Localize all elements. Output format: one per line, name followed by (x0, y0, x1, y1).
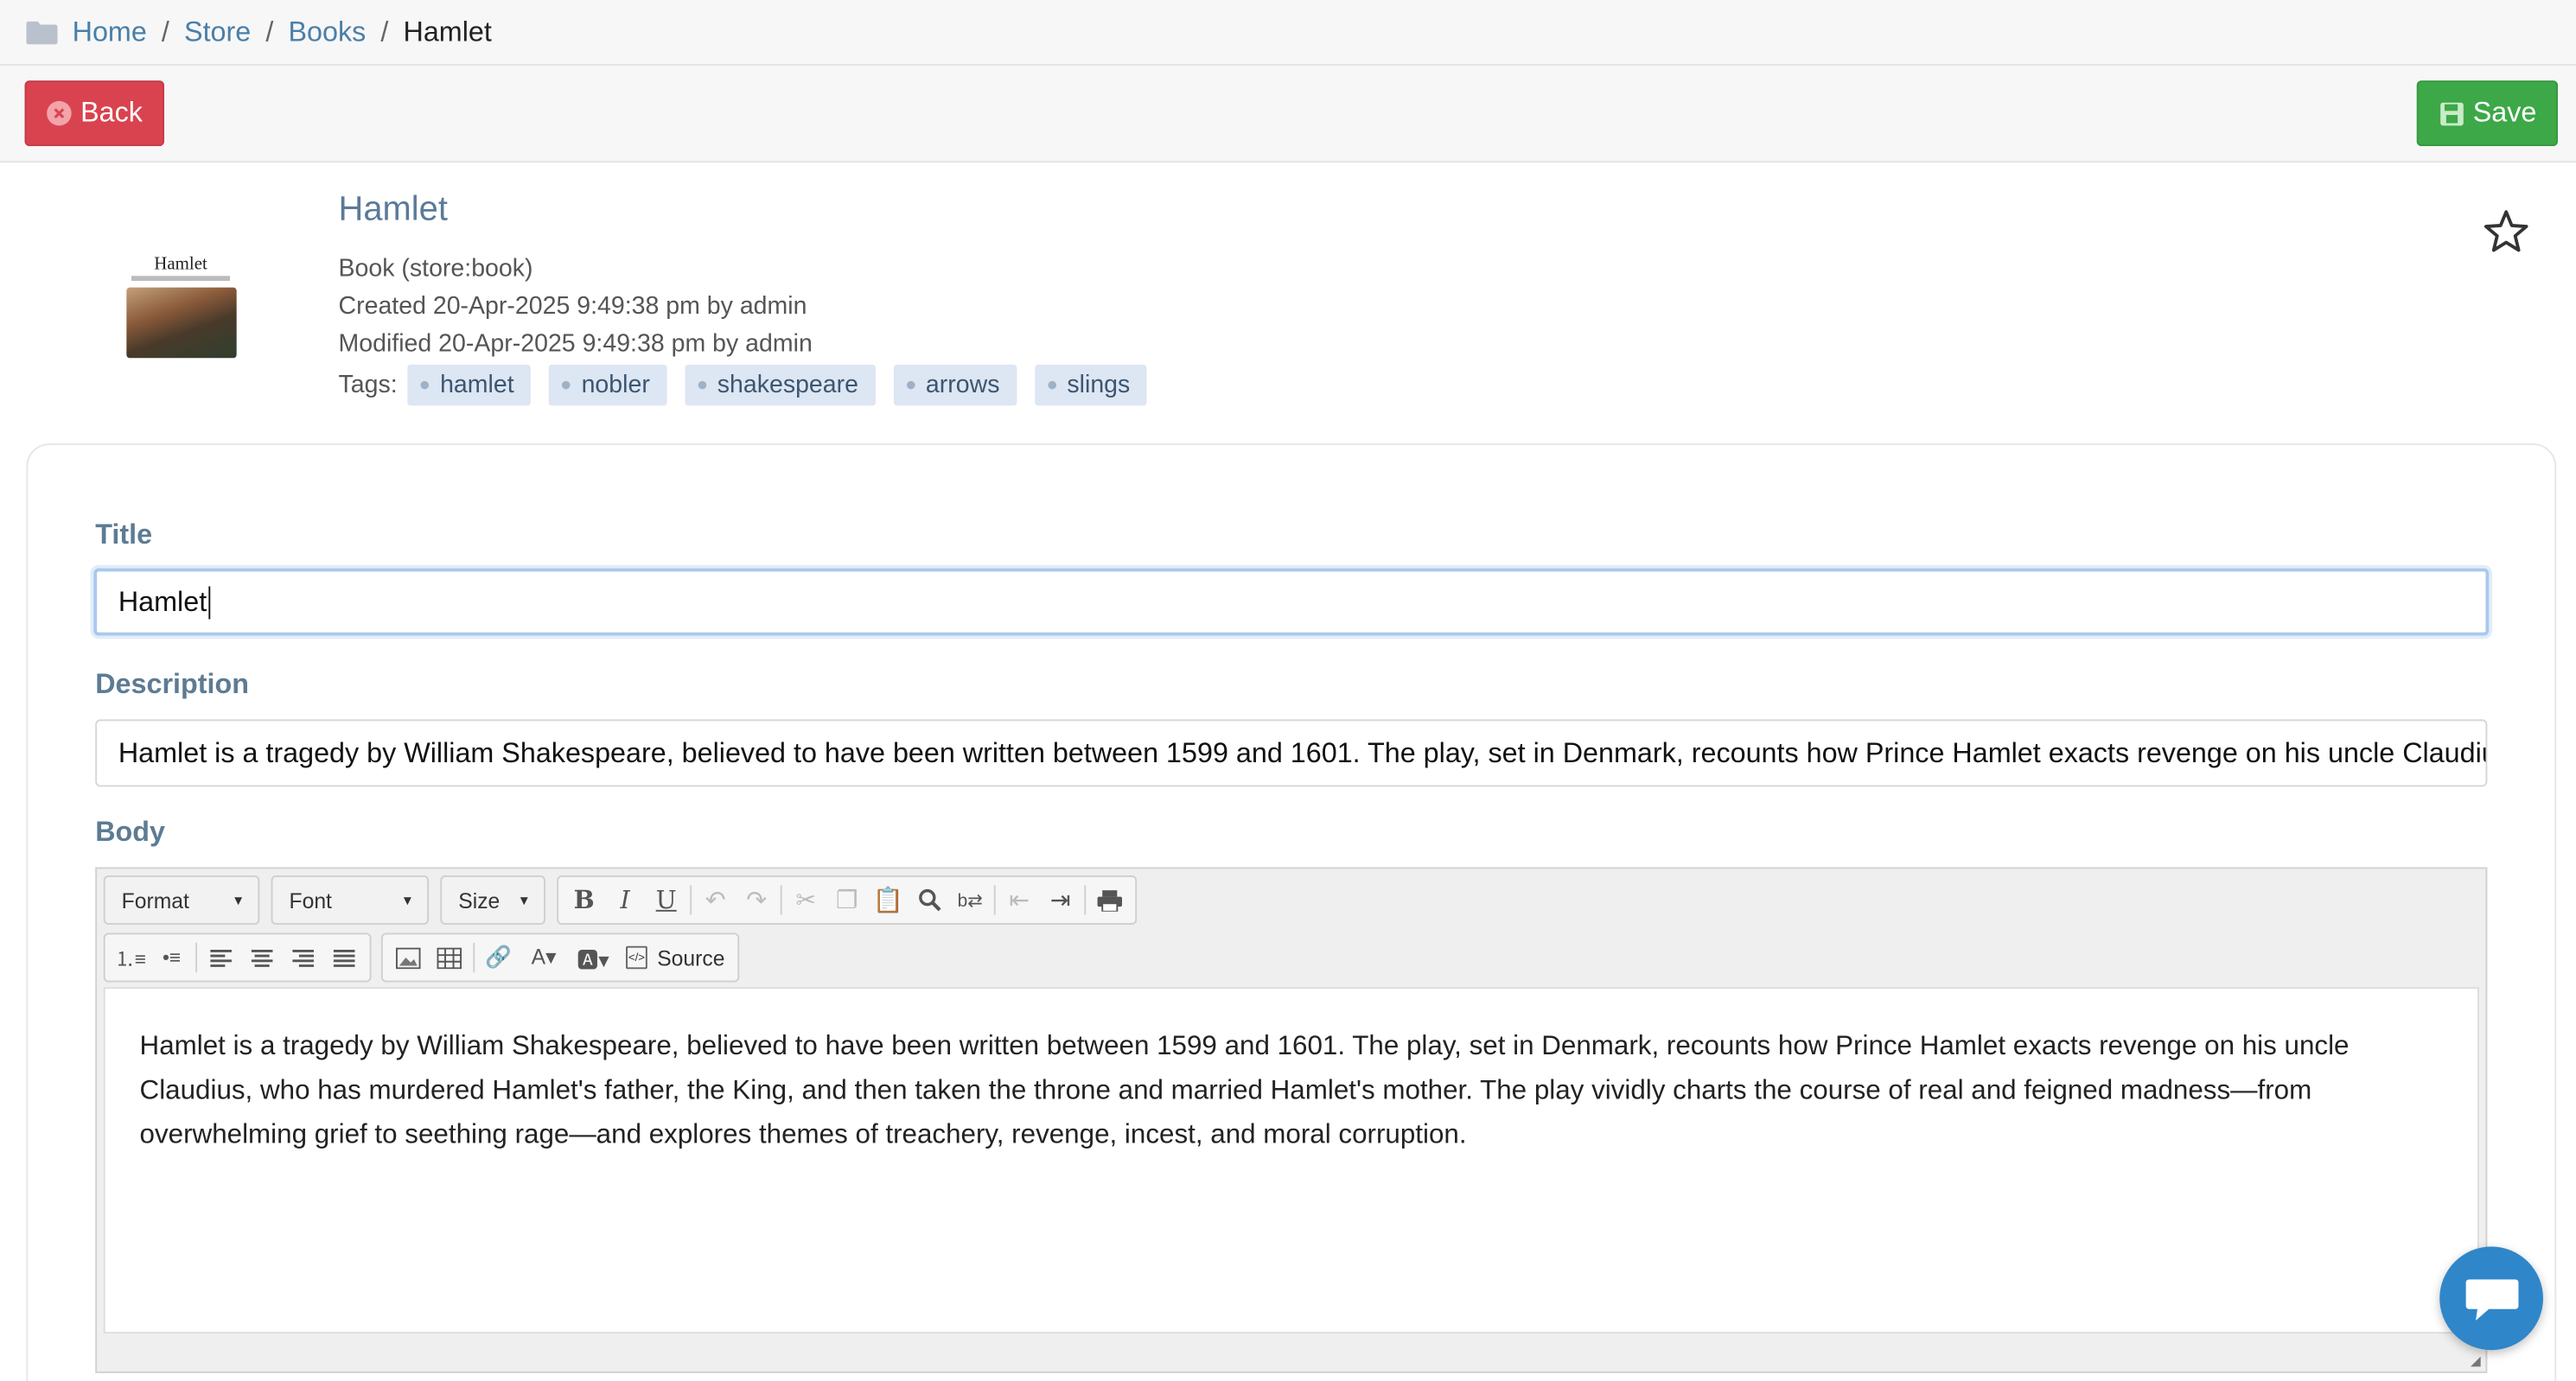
source-button-label: Source (657, 945, 725, 971)
breadcrumb-store[interactable]: Store (184, 16, 251, 48)
paste-icon[interactable]: 📋 (867, 881, 909, 920)
find-icon[interactable] (909, 881, 950, 920)
cover-subtitle-line (131, 276, 231, 281)
table-icon[interactable] (429, 938, 470, 977)
save-button-label: Save (2472, 97, 2537, 129)
chevron-down-icon: ▼ (517, 892, 531, 908)
breadcrumb: Home / Store / Books / Hamlet (0, 0, 2576, 67)
title-input-value: Hamlet (118, 585, 207, 617)
undo-icon[interactable]: ↶ (695, 881, 736, 920)
back-button-label: Back (80, 97, 143, 129)
align-left-icon[interactable] (201, 938, 242, 977)
rich-text-editor: Format ▼ Font ▼ Size ▼ B I U ↶ ↷ ✂ ❐ 📋 b… (95, 867, 2488, 1373)
floppy-disk-icon (2439, 100, 2464, 126)
underline-icon[interactable]: U (646, 881, 687, 920)
italic-icon[interactable]: I (604, 881, 646, 920)
cover-artwork (126, 287, 237, 359)
copy-icon[interactable]: ❐ (826, 881, 868, 920)
toolbar-separator (690, 885, 692, 915)
chat-bubble-button[interactable] (2439, 1246, 2543, 1351)
resize-handle-icon[interactable]: ◢ (2471, 1353, 2481, 1368)
font-dropdown[interactable]: Font ▼ (271, 875, 430, 925)
image-icon[interactable] (388, 938, 430, 977)
cover-title: Hamlet (154, 254, 207, 275)
save-button[interactable]: Save (2417, 80, 2559, 147)
body-label: Body (95, 816, 166, 848)
bulleted-list-icon[interactable]: •≡ (151, 938, 193, 977)
tags-row: Tags: hamlet nobler shakespeare arrows s… (339, 363, 1147, 405)
object-modified: Modified 20-Apr-2025 9:49:38 pm by admin (338, 330, 813, 359)
toolbar-separator (993, 885, 996, 915)
size-dropdown-label: Size (458, 888, 501, 913)
tag-hamlet[interactable]: hamlet (407, 363, 531, 405)
link-icon[interactable]: 🔗 (478, 938, 520, 977)
back-button[interactable]: Back (24, 80, 164, 147)
replace-icon[interactable]: b⇄ (949, 881, 991, 920)
format-dropdown-label: Format (121, 888, 189, 913)
chevron-down-icon: ▼ (232, 892, 245, 908)
insert-toolbar-group: 🔗 A▾ 🅰▾ </> Source (380, 932, 740, 983)
breadcrumb-separator: / (161, 16, 169, 48)
size-dropdown[interactable]: Size ▼ (440, 875, 545, 925)
text-color-icon[interactable]: A▾ (520, 938, 569, 977)
toolbar-separator (1084, 885, 1087, 915)
chevron-down-icon: ▼ (400, 892, 414, 908)
object-title: Hamlet (338, 190, 448, 229)
title-input[interactable]: Hamlet (93, 568, 2490, 636)
toolbar-separator (780, 885, 782, 915)
description-label: Description (95, 668, 249, 700)
breadcrumb-separator: / (380, 16, 389, 48)
cut-icon[interactable]: ✂ (785, 881, 826, 920)
object-type: Book (store:book) (338, 254, 533, 283)
tag-arrows[interactable]: arrows (892, 363, 1017, 405)
breadcrumb-books[interactable]: Books (288, 16, 366, 48)
formatting-toolbar-group: B I U ↶ ↷ ✂ ❐ 📋 b⇄ ⇤ ⇥ (557, 875, 1138, 925)
book-cover-thumbnail: Hamlet (124, 254, 237, 359)
background-color-icon[interactable]: 🅰▾ (569, 938, 618, 977)
editor-toolbar-row-1: Format ▼ Font ▼ Size ▼ B I U ↶ ↷ ✂ ❐ 📋 b… (103, 875, 1147, 925)
font-dropdown-label: Font (289, 888, 332, 913)
tag-shakespeare[interactable]: shakespeare (684, 363, 876, 405)
indent-icon[interactable]: ⇥ (1040, 881, 1081, 920)
description-input-value: Hamlet is a tragedy by William Shakespea… (118, 736, 2488, 768)
toolbar-separator (473, 942, 475, 973)
description-input[interactable]: Hamlet is a tragedy by William Shakespea… (95, 719, 2488, 787)
print-icon[interactable] (1089, 881, 1131, 920)
outdent-icon[interactable]: ⇤ (999, 881, 1041, 920)
tags-label: Tags: (338, 370, 398, 398)
object-created: Created 20-Apr-2025 9:49:38 pm by admin (338, 292, 807, 321)
toolbar-separator (195, 942, 198, 973)
close-circle-icon (46, 100, 72, 126)
chat-icon (2464, 1278, 2518, 1321)
bold-icon[interactable]: B (564, 881, 605, 920)
justify-icon[interactable] (323, 938, 365, 977)
body-paragraph: Hamlet is a tragedy by William Shakespea… (139, 1031, 2350, 1150)
format-dropdown[interactable]: Format ▼ (103, 875, 260, 925)
title-label: Title (95, 519, 153, 550)
numbered-list-icon[interactable]: ⒈≡ (110, 938, 151, 977)
breadcrumb-home[interactable]: Home (73, 16, 147, 48)
source-button[interactable]: </> Source (618, 938, 733, 977)
folder-icon (26, 20, 58, 44)
tag-nobler[interactable]: nobler (548, 363, 666, 405)
star-icon[interactable] (2483, 208, 2530, 254)
align-center-icon[interactable] (241, 938, 283, 977)
editor-content-area[interactable]: Hamlet is a tragedy by William Shakespea… (103, 987, 2479, 1334)
text-caret (208, 585, 210, 619)
redo-icon[interactable]: ↷ (736, 881, 777, 920)
editor-toolbar-row-2: ⒈≡ •≡ 🔗 A▾ 🅰▾ </> Source (103, 932, 749, 983)
tag-slings[interactable]: slings (1034, 363, 1147, 405)
action-toolbar: Back Save (0, 66, 2576, 163)
align-right-icon[interactable] (283, 938, 324, 977)
breadcrumb-current: Hamlet (403, 16, 492, 48)
breadcrumb-separator: / (265, 16, 274, 48)
list-align-toolbar-group: ⒈≡ •≡ (103, 932, 372, 983)
source-icon: </> (626, 945, 647, 970)
